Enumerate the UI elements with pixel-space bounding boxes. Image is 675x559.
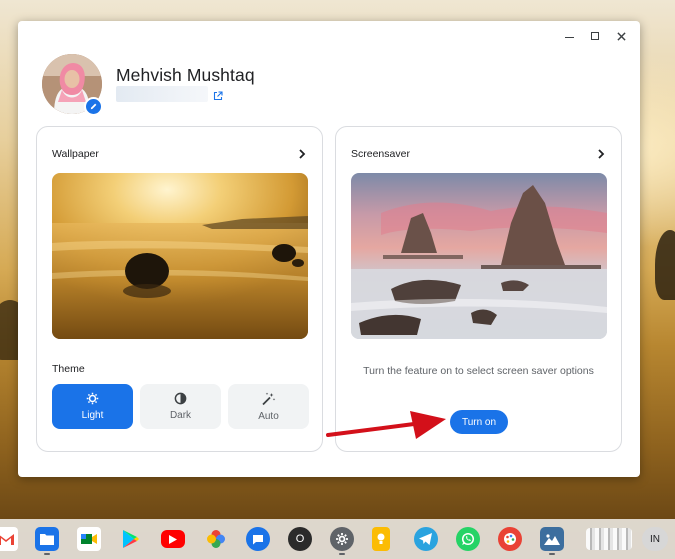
maximize-icon [591, 32, 599, 40]
theme-light-button[interactable]: Light [52, 384, 133, 429]
minimize-button[interactable] [556, 25, 582, 47]
paper-plane-icon [419, 533, 432, 545]
palette-icon [504, 533, 516, 545]
play-store-app[interactable] [119, 527, 143, 551]
telegram-app[interactable] [414, 527, 438, 551]
meet-app[interactable] [77, 527, 101, 551]
messages-app[interactable] [246, 527, 270, 551]
half-circle-icon [174, 392, 187, 405]
maximize-button[interactable] [582, 25, 608, 47]
pencil-icon [90, 103, 97, 110]
external-link-icon[interactable] [213, 91, 223, 101]
gallery-app[interactable] [540, 527, 564, 551]
settings-app[interactable] [330, 527, 354, 551]
files-app[interactable] [35, 527, 59, 551]
play-store-icon [123, 530, 139, 548]
magic-wand-icon [262, 392, 276, 405]
window-controls [556, 25, 634, 47]
wallpaper-preview-image [52, 173, 308, 339]
theme-label: Theme [52, 363, 85, 375]
sun-gear-icon [86, 392, 99, 405]
annotation-arrow [326, 411, 446, 439]
paint-app[interactable] [498, 527, 522, 551]
chevron-right-icon[interactable] [298, 149, 306, 159]
input-method-indicator[interactable]: IN [642, 527, 668, 551]
photos-app[interactable] [204, 527, 228, 551]
theme-light-label: Light [81, 410, 104, 421]
video-camera-icon [81, 534, 97, 544]
mountain-icon [544, 534, 560, 545]
shelf: O [0, 519, 675, 559]
theme-dark-label: Dark [169, 410, 192, 421]
running-indicator [549, 553, 555, 555]
keep-app[interactable] [372, 527, 390, 551]
wallpaper-card: Wallpaper Theme Light Dark Auto [36, 126, 323, 452]
wallpaper-rock-right [655, 230, 675, 300]
chat-icon [253, 534, 263, 544]
lightbulb-icon [377, 533, 385, 544]
phone-bubble-icon [461, 532, 475, 546]
screensaver-preview [351, 173, 607, 339]
close-button[interactable] [608, 25, 634, 47]
gear-icon [336, 533, 348, 545]
theme-dark-button[interactable]: Dark [140, 384, 221, 429]
minimize-icon [564, 36, 574, 39]
theme-auto-button[interactable]: Auto [228, 384, 309, 429]
turn-on-button[interactable]: Turn on [450, 410, 508, 434]
theme-auto-label: Auto [258, 410, 279, 422]
youtube-app[interactable] [161, 530, 185, 548]
running-indicator [339, 553, 345, 555]
opera-icon: O [295, 533, 305, 545]
email-redacted [116, 86, 208, 102]
opera-app[interactable]: O [288, 527, 312, 551]
user-name: Mehvish Mushtaq [116, 65, 255, 85]
whatsapp-app[interactable] [456, 527, 480, 551]
gmail-icon [0, 534, 14, 545]
running-indicator [44, 553, 50, 555]
pinwheel-icon [207, 530, 225, 548]
gmail-app[interactable] [0, 527, 18, 551]
theme-options: Light Dark Auto [52, 384, 309, 429]
close-icon [616, 31, 626, 41]
screensaver-title[interactable]: Screensaver [351, 148, 410, 160]
play-icon [169, 534, 177, 544]
chevron-right-icon[interactable] [597, 149, 605, 159]
screensaver-description: Turn the feature on to select screen sav… [363, 365, 594, 377]
folder-icon [40, 534, 54, 545]
wallpaper-title[interactable]: Wallpaper [52, 148, 99, 160]
screensaver-card: Screensaver Turn the feature on to selec… [335, 126, 622, 452]
wallpaper-preview[interactable] [52, 173, 308, 339]
screensaver-preview-image [351, 173, 607, 339]
status-tray[interactable] [586, 528, 632, 550]
edit-avatar-button[interactable] [84, 97, 103, 116]
